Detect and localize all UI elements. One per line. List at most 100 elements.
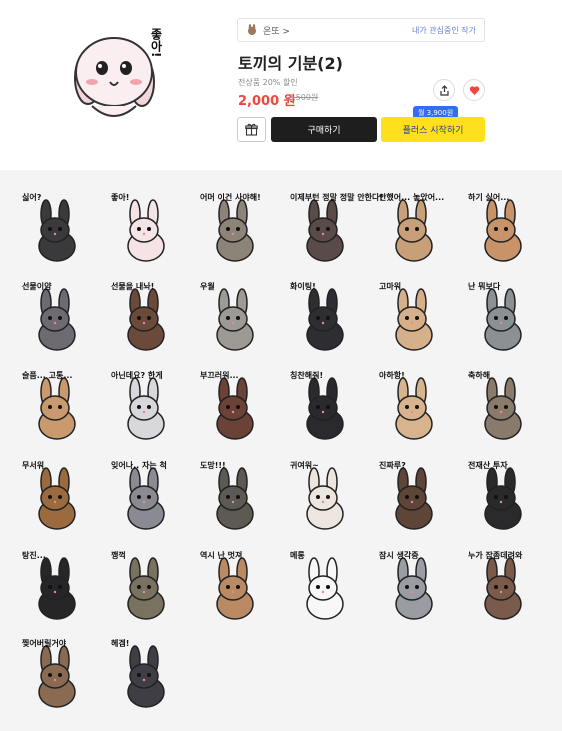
sticker-item[interactable]: 잊어나.. 자는 척 [109,460,183,534]
rabbit-sticker-icon [306,557,344,620]
rabbit-sticker-icon [127,557,165,620]
sticker-item[interactable]: 안했어... 놓았어... [377,192,451,266]
rabbit-sticker-icon [38,645,76,708]
sticker-item[interactable]: 고마워 [377,281,451,355]
author-avatar-icon [248,24,256,35]
sticker-caption: 아닌데요? 한게 [111,371,163,380]
sticker-caption: 무서워 [22,461,45,470]
sticker-caption: 칭찬해줘! [290,371,324,380]
rabbit-sticker-icon [306,377,344,440]
sticker-item[interactable]: 전재산 투자 [466,460,540,534]
sticker-caption: 우월 [200,282,215,291]
rabbit-sticker-icon [216,288,254,351]
rabbit-sticker-icon [306,199,344,262]
sticker-caption: 잠시 생각중 [379,551,419,560]
sticker-item[interactable]: 귀여워~ [288,460,362,534]
rabbit-sticker-icon [127,288,165,351]
rabbit-sticker-icon [38,557,76,620]
product-thumbnail: 좋아! [62,22,172,132]
sticker-item[interactable]: 우월 [198,281,272,355]
rabbit-sticker-icon [395,377,433,440]
sticker-caption: 찢어버릴거야 [22,639,67,648]
sticker-caption: 슬픔... 고통... [22,371,73,380]
thumbnail-caption: 좋아! [149,28,163,58]
rabbit-sticker-icon [395,467,433,530]
rabbit-sticker-icon [127,467,165,530]
sticker-caption: 부끄러워... [200,371,239,380]
sticker-caption: 선물을 내놔! [111,282,155,291]
share-button[interactable] [433,79,455,101]
rabbit-sticker-icon [216,199,254,262]
rabbit-sticker-icon [484,288,522,351]
heart-icon [469,85,479,95]
sticker-caption: 화이팅! [290,282,316,291]
sticker-item[interactable]: 선물이얌 [20,281,94,355]
sticker-item[interactable]: 좋아! [109,192,183,266]
rabbit-sticker-icon [38,199,76,262]
author-name-link[interactable]: 온또 > [263,24,290,37]
sticker-item[interactable]: 도망!!! [198,460,272,534]
sticker-item[interactable]: 선물을 내놔! [109,281,183,355]
sticker-item[interactable]: 이제부턴 정말 정말 안한다! [288,192,383,266]
sticker-item[interactable]: 무서워 [20,460,94,534]
rabbit-sticker-icon [127,377,165,440]
rabbit-sticker-icon [484,199,522,262]
rabbit-sticker-icon [484,377,522,440]
sticker-item[interactable]: 칭찬해줘! [288,370,362,444]
favorite-author-link[interactable]: 내가 관심중인 작가 [412,25,476,36]
sale-price: 2,000 원 [238,94,296,109]
rabbit-sticker-icon [216,377,254,440]
sticker-item[interactable]: 찢어버릴거야 [20,638,94,712]
sticker-caption: 축하해 [468,371,491,380]
sticker-item[interactable]: 누가 잡좀데려와 [466,550,540,624]
author-bar[interactable]: 온또 > 내가 관심중인 작가 [237,18,485,42]
sticker-caption: 누가 잡좀데려와 [468,551,523,560]
sticker-item[interactable]: 부끄러워... [198,370,272,444]
rabbit-sticker-icon [484,467,522,530]
sticker-item[interactable]: 깽꺽 [109,550,183,624]
sticker-item[interactable]: 메롱 [288,550,362,624]
like-button[interactable] [463,79,485,101]
sticker-caption: 진짜루? [379,461,406,470]
sticker-item[interactable]: 역시 난 멋져 [198,550,272,624]
sticker-caption: 이제부턴 정말 정말 안한다! [290,193,383,202]
sticker-item[interactable]: 축하해 [466,370,540,444]
sticker-caption: 어머 이건 사야해! [200,193,261,202]
gift-button[interactable] [237,117,266,142]
sticker-caption: 탕진... [22,551,46,560]
sticker-item[interactable]: 싫어? [20,192,94,266]
sticker-caption: 헤겜! [111,639,130,648]
sticker-item[interactable]: 화이팅! [288,281,362,355]
sticker-caption: 역시 난 멋져 [200,551,243,560]
sticker-item[interactable]: 아하항! [377,370,451,444]
buy-button[interactable]: 구매하기 [271,117,377,142]
sticker-item[interactable]: 슬픔... 고통... [20,370,94,444]
sticker-item[interactable]: 진짜루? [377,460,451,534]
plus-start-button[interactable]: 플러스 시작하기 [381,117,485,142]
sticker-caption: 귀여워~ [290,461,319,470]
rabbit-sticker-icon [306,288,344,351]
sticker-item[interactable]: 헤겜! [109,638,183,712]
rabbit-sticker-icon [395,288,433,351]
sticker-caption: 전재산 투자 [468,461,508,470]
rabbit-sticker-icon [395,199,433,262]
sticker-item[interactable]: 아닌데요? 한게 [109,370,183,444]
sticker-caption: 선물이얌 [22,282,52,291]
product-title: 토끼의 기분(2) [238,54,343,73]
rabbit-sticker-icon [216,557,254,620]
sticker-item[interactable]: 난 뭐보다 [466,281,540,355]
sticker-caption: 난 뭐보다 [468,282,501,291]
sticker-item[interactable]: 잠시 생각중 [377,550,451,624]
share-icon [439,84,449,96]
sticker-item[interactable]: 하기 싫어... [466,192,540,266]
sticker-caption: 도망!!! [200,461,226,470]
sticker-caption: 안했어... 놓았어... [379,193,445,202]
sticker-item[interactable]: 탕진... [20,550,94,624]
sticker-caption: 잊어나.. 자는 척 [111,461,167,470]
rabbit-sticker-icon [395,557,433,620]
rabbit-sticker-icon [38,377,76,440]
sticker-caption: 메롱 [290,551,305,560]
discount-text: 전상품 20% 할인 [238,78,298,87]
sticker-item[interactable]: 어머 이건 사야해! [198,192,272,266]
rabbit-sticker-icon [306,467,344,530]
